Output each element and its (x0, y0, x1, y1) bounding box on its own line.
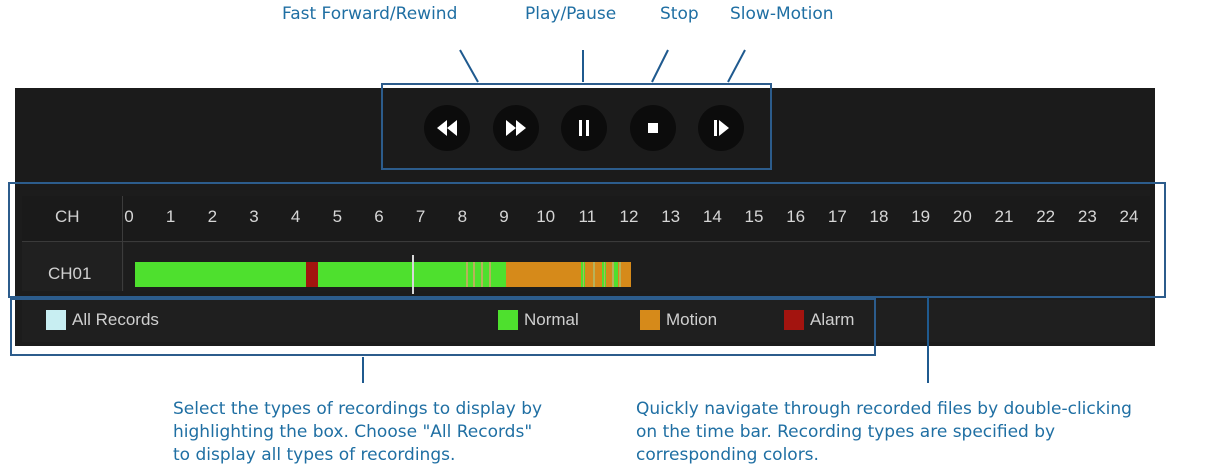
pause-icon (579, 120, 589, 136)
timeline-pointer (927, 297, 929, 383)
timeline-instructions-line-2: on the time bar. Recording types are spe… (636, 422, 1056, 442)
timeline-instructions: Quickly navigate through recorded files … (636, 398, 1132, 467)
filter-instructions-line-3: to display all types of recordings. (173, 445, 456, 465)
fast-forward-pointer (459, 49, 479, 83)
filter-highlight-box (10, 298, 876, 356)
slow-motion-button[interactable] (698, 105, 744, 151)
filter-pointer (362, 357, 364, 383)
filter-instructions: Select the types of recordings to displa… (173, 398, 542, 467)
filter-instructions-line-1: Select the types of recordings to displa… (173, 399, 543, 419)
timeline-instructions-line-3: corresponding colors. (636, 445, 819, 465)
stop-pointer (651, 49, 669, 83)
slow-motion-pointer (727, 49, 746, 83)
rewind-icon (437, 120, 457, 136)
rewind-button[interactable] (424, 105, 470, 151)
fast-forward-icon (506, 120, 526, 136)
timeline-instructions-line-1: Quickly navigate through recorded files … (636, 399, 1132, 419)
stop-button[interactable] (630, 105, 676, 151)
callout-pointers (459, 49, 746, 83)
slow-motion-icon (714, 120, 729, 136)
timeline-highlight-box (8, 182, 1166, 298)
fast-forward-button[interactable] (493, 105, 539, 151)
stop-icon (648, 123, 658, 133)
filter-instructions-line-2: highlighting the box. Choose "All Record… (173, 422, 533, 442)
pause-button[interactable] (561, 105, 607, 151)
